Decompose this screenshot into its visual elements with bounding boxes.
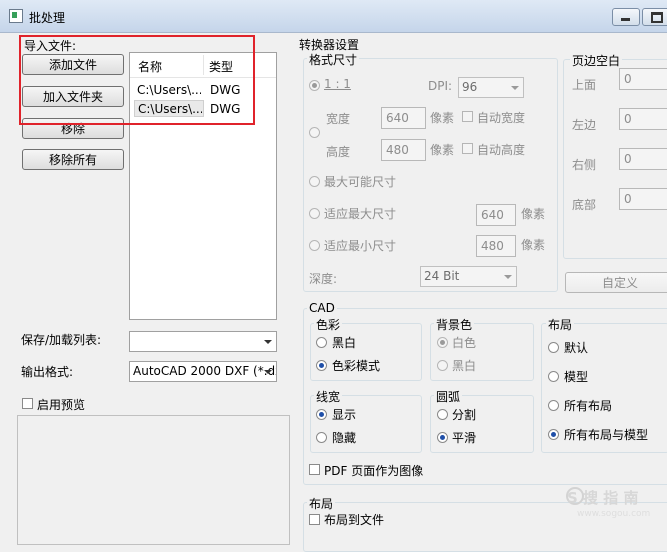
layout-to-file-checkbox[interactable] — [309, 514, 320, 525]
enable-preview-label: 启用预览 — [37, 398, 86, 412]
height-label: 高度 — [326, 145, 351, 159]
auto-width-checkbox[interactable] — [462, 111, 473, 122]
lineweight-show-label: 显示 — [332, 408, 357, 422]
depth-value: 24 Bit — [424, 269, 460, 283]
format-size-title: 格式尺寸 — [307, 51, 360, 68]
margin-bottom-label: 底部 — [572, 198, 597, 212]
app-icon — [9, 9, 23, 23]
margin-right-input[interactable]: 0 — [619, 148, 667, 170]
fit-min-size-label: 适应最小尺寸 — [324, 239, 397, 253]
layout-all-label: 所有布局 — [564, 399, 613, 413]
title-bar: 批处理 — [0, 0, 667, 33]
color-monochrome-label: 黑白 — [332, 336, 357, 350]
remove-all-button[interactable]: 移除所有 — [22, 149, 124, 170]
color-mode-label: 色彩模式 — [332, 359, 381, 373]
layout-default-radio[interactable] — [548, 342, 559, 353]
output-format-combo[interactable]: AutoCAD 2000 DXF (*.dxf) — [129, 361, 277, 382]
lineweight-show-radio[interactable] — [316, 409, 327, 420]
auto-height-checkbox[interactable] — [462, 143, 473, 154]
layout-section-title: 布局 — [307, 495, 336, 512]
fit-min-px-label: 像素 — [521, 238, 546, 252]
height-input[interactable]: 480 — [381, 139, 426, 161]
ratio-1-1-radio[interactable] — [309, 80, 320, 91]
ratio-1-1-label: 1 : 1 — [324, 77, 351, 91]
height-px-label: 像素 — [430, 143, 455, 157]
arc-title: 圆弧 — [434, 388, 463, 405]
margin-bottom-input[interactable]: 0 — [619, 188, 667, 210]
auto-height-label: 自动高度 — [477, 143, 526, 157]
background-title: 背景色 — [434, 316, 475, 333]
fit-max-px-label: 像素 — [521, 207, 546, 221]
dpi-combo[interactable]: 96 — [458, 77, 524, 98]
width-label: 宽度 — [326, 112, 351, 126]
save-load-list-combo[interactable] — [129, 331, 277, 352]
background-bw-radio[interactable] — [437, 360, 448, 371]
arc-smooth-radio[interactable] — [437, 432, 448, 443]
custom-margins-button[interactable]: 自定义 — [565, 272, 667, 293]
chevron-down-icon — [511, 86, 519, 90]
red-highlight-annotation — [19, 35, 255, 125]
max-possible-size-radio[interactable] — [309, 176, 320, 187]
enable-preview-checkbox[interactable] — [22, 398, 33, 409]
window-title: 批处理 — [29, 11, 66, 25]
maximize-button[interactable] — [642, 8, 667, 26]
margin-left-label: 左边 — [572, 118, 597, 132]
dpi-value: 96 — [462, 80, 478, 94]
margin-left-input[interactable]: 0 — [619, 108, 667, 130]
layout-all-and-model-label: 所有布局与模型 — [564, 428, 649, 442]
auto-width-label: 自动宽度 — [477, 111, 526, 125]
custom-size-radio[interactable] — [309, 127, 320, 138]
width-input[interactable]: 640 — [381, 107, 426, 129]
save-load-list-label: 保存/加载列表: — [21, 333, 102, 347]
arc-split-label: 分割 — [452, 408, 477, 422]
chevron-down-icon — [264, 340, 272, 344]
fit-max-size-radio[interactable] — [309, 208, 320, 219]
arc-smooth-label: 平滑 — [452, 431, 477, 445]
color-monochrome-radio[interactable] — [316, 337, 327, 348]
margin-right-label: 右侧 — [572, 158, 597, 172]
preview-area — [17, 415, 290, 545]
margins-title: 页边空白 — [570, 52, 623, 69]
chevron-down-icon — [264, 370, 272, 374]
fit-min-size-input[interactable]: 480 — [476, 235, 516, 257]
output-format-value: AutoCAD 2000 DXF (*.dxf) — [133, 364, 277, 378]
background-white-radio[interactable] — [437, 337, 448, 348]
depth-combo[interactable]: 24 Bit — [420, 266, 517, 287]
watermark-text: S 搜 指 南 — [567, 489, 639, 507]
chevron-down-icon — [504, 275, 512, 279]
fit-min-size-radio[interactable] — [309, 240, 320, 251]
layout-title: 布局 — [546, 316, 575, 333]
layout-model-radio[interactable] — [548, 371, 559, 382]
layout-model-label: 模型 — [564, 370, 589, 384]
background-white-label: 白色 — [452, 336, 477, 350]
lineweight-hide-label: 隐藏 — [332, 431, 357, 445]
pdf-as-image-label: PDF 页面作为图像 — [324, 464, 424, 478]
output-format-label: 输出格式: — [21, 365, 74, 379]
layout-default-label: 默认 — [564, 341, 589, 355]
layout-to-file-label: 布局到文件 — [324, 513, 385, 527]
layout-all-radio[interactable] — [548, 400, 559, 411]
pdf-as-image-checkbox[interactable] — [309, 464, 320, 475]
fit-max-size-input[interactable]: 640 — [476, 204, 516, 226]
background-bw-label: 黑白 — [452, 359, 477, 373]
max-possible-size-label: 最大可能尺寸 — [324, 175, 397, 189]
watermark-url: www.sogou.com — [577, 509, 651, 519]
fit-max-size-label: 适应最大尺寸 — [324, 207, 397, 221]
dpi-label: DPI: — [428, 79, 453, 93]
margin-top-label: 上面 — [572, 78, 597, 92]
minimize-button[interactable] — [612, 8, 640, 26]
margin-top-input[interactable]: 0 — [619, 68, 667, 90]
layout-all-and-model-radio[interactable] — [548, 429, 559, 440]
lineweight-hide-radio[interactable] — [316, 432, 327, 443]
cad-title: CAD — [307, 301, 337, 315]
arc-split-radio[interactable] — [437, 409, 448, 420]
depth-label: 深度: — [309, 272, 338, 286]
width-px-label: 像素 — [430, 111, 455, 125]
color-title: 色彩 — [314, 316, 343, 333]
color-mode-radio[interactable] — [316, 360, 327, 371]
lineweight-title: 线宽 — [314, 388, 343, 405]
